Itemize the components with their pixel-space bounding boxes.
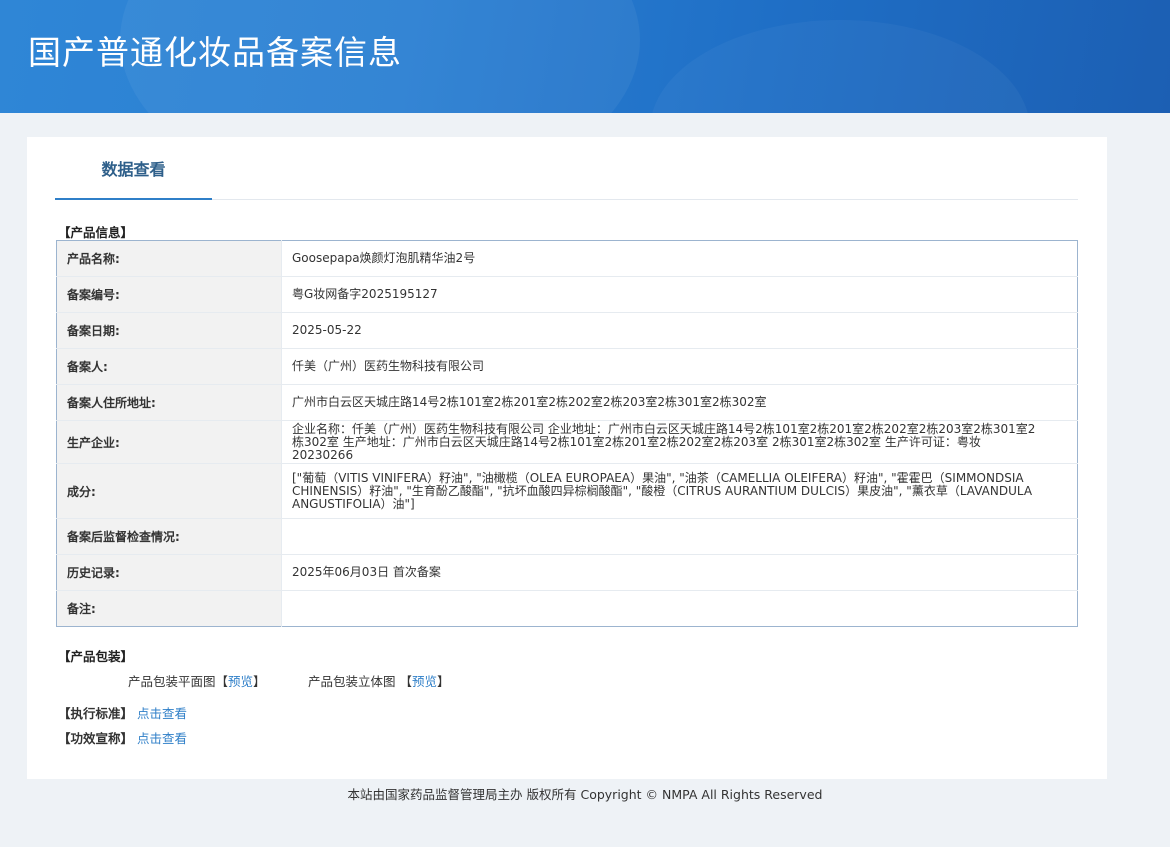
standard-row: 【执行标准】 点击查看: [58, 703, 187, 722]
header-banner: 国产普通化妆品备案信息: [0, 0, 1170, 113]
row-key-manufacturer: 生产企业:: [56, 420, 282, 464]
row-key-supervision: 备案后监督检查情况:: [56, 518, 282, 555]
row-key-product-name: 产品名称:: [56, 240, 282, 277]
row-value-ingredients: ["葡萄（VITIS VINIFERA）籽油", "油橄榄（OLEA EUROP…: [281, 463, 1078, 519]
row-key-history: 历史记录:: [56, 554, 282, 591]
packaging-stereo-row: 产品包装立体图 【预览】: [308, 671, 450, 690]
tab-bar: 数据查看: [55, 137, 1078, 200]
tab-data-view[interactable]: 数据查看: [55, 137, 212, 200]
product-info-section-title: 【产品信息】: [58, 225, 134, 240]
table-row: 备案人: 仟美（广州）医药生物科技有限公司: [56, 348, 1078, 385]
packaging-section-title: 【产品包装】: [58, 649, 134, 664]
row-key-filing-number: 备案编号:: [56, 276, 282, 313]
preview-flat-link[interactable]: 预览: [228, 674, 253, 689]
row-key-filing-date: 备案日期:: [56, 312, 282, 349]
row-value-filer: 仟美（广州）医药生物科技有限公司: [281, 348, 1078, 385]
row-key-filer-address: 备案人住所地址:: [56, 384, 282, 421]
table-row: 生产企业: 企业名称：仟美（广州）医药生物科技有限公司 企业地址：广州市白云区天…: [56, 420, 1078, 464]
footer-copyright: 本站由国家药品监督管理局主办 版权所有 Copyright © NMPA All…: [347, 787, 823, 802]
row-value-filing-number: 粤G妆网备字2025195127: [281, 276, 1078, 313]
table-row: 备注:: [56, 590, 1078, 627]
table-row: 备案日期: 2025-05-22: [56, 312, 1078, 349]
bracket-close: 】: [437, 674, 450, 689]
table-row: 备案人住所地址: 广州市白云区天城庄路14号2栋101室2栋201室2栋202室…: [56, 384, 1078, 421]
preview-stereo-link[interactable]: 预览: [412, 674, 437, 689]
table-row: 备案后监督检查情况:: [56, 518, 1078, 555]
packaging-flat-label: 产品包装平面图: [128, 674, 216, 689]
packaging-stereo-label: 产品包装立体图: [308, 674, 396, 689]
standard-label: 【执行标准】: [58, 706, 134, 721]
table-row: 备案编号: 粤G妆网备字2025195127: [56, 276, 1078, 313]
row-value-filing-date: 2025-05-22: [281, 312, 1078, 349]
row-value-history: 2025年06月03日 首次备案: [281, 554, 1078, 591]
efficacy-view-link[interactable]: 点击查看: [137, 731, 187, 746]
bracket-open: 【: [399, 674, 413, 689]
standard-view-link[interactable]: 点击查看: [137, 706, 187, 721]
table-row: 产品名称: Goosepapa焕颜灯泡肌精华油2号: [56, 240, 1078, 277]
efficacy-row: 【功效宣称】 点击查看: [58, 728, 187, 747]
efficacy-label: 【功效宣称】: [58, 731, 134, 746]
row-value-filer-address: 广州市白云区天城庄路14号2栋101室2栋201室2栋202室2栋203室2栋3…: [281, 384, 1078, 421]
packaging-flat-row: 产品包装平面图【预览】: [128, 671, 266, 690]
row-value-remarks: [282, 591, 1078, 627]
row-key-ingredients: 成分:: [56, 463, 282, 519]
row-value-supervision: [281, 518, 1078, 555]
row-key-remarks: 备注:: [56, 590, 282, 627]
page-title: 国产普通化妆品备案信息: [28, 33, 402, 72]
table-row: 历史记录: 2025年06月03日 首次备案: [56, 554, 1078, 591]
content-card: 数据查看 【产品信息】 产品名称: Goosepapa焕颜灯泡肌精华油2号 备案…: [27, 137, 1107, 779]
bracket-close: 】: [253, 674, 266, 689]
row-key-filer: 备案人:: [56, 348, 282, 385]
bracket-open: 【: [215, 674, 229, 689]
row-value-manufacturer: 企业名称：仟美（广州）医药生物科技有限公司 企业地址：广州市白云区天城庄路14号…: [281, 420, 1078, 464]
row-value-product-name: Goosepapa焕颜灯泡肌精华油2号: [281, 240, 1078, 277]
table-row: 成分: ["葡萄（VITIS VINIFERA）籽油", "油橄榄（OLEA E…: [56, 463, 1078, 519]
product-info-table: 产品名称: Goosepapa焕颜灯泡肌精华油2号 备案编号: 粤G妆网备字20…: [56, 240, 1078, 627]
